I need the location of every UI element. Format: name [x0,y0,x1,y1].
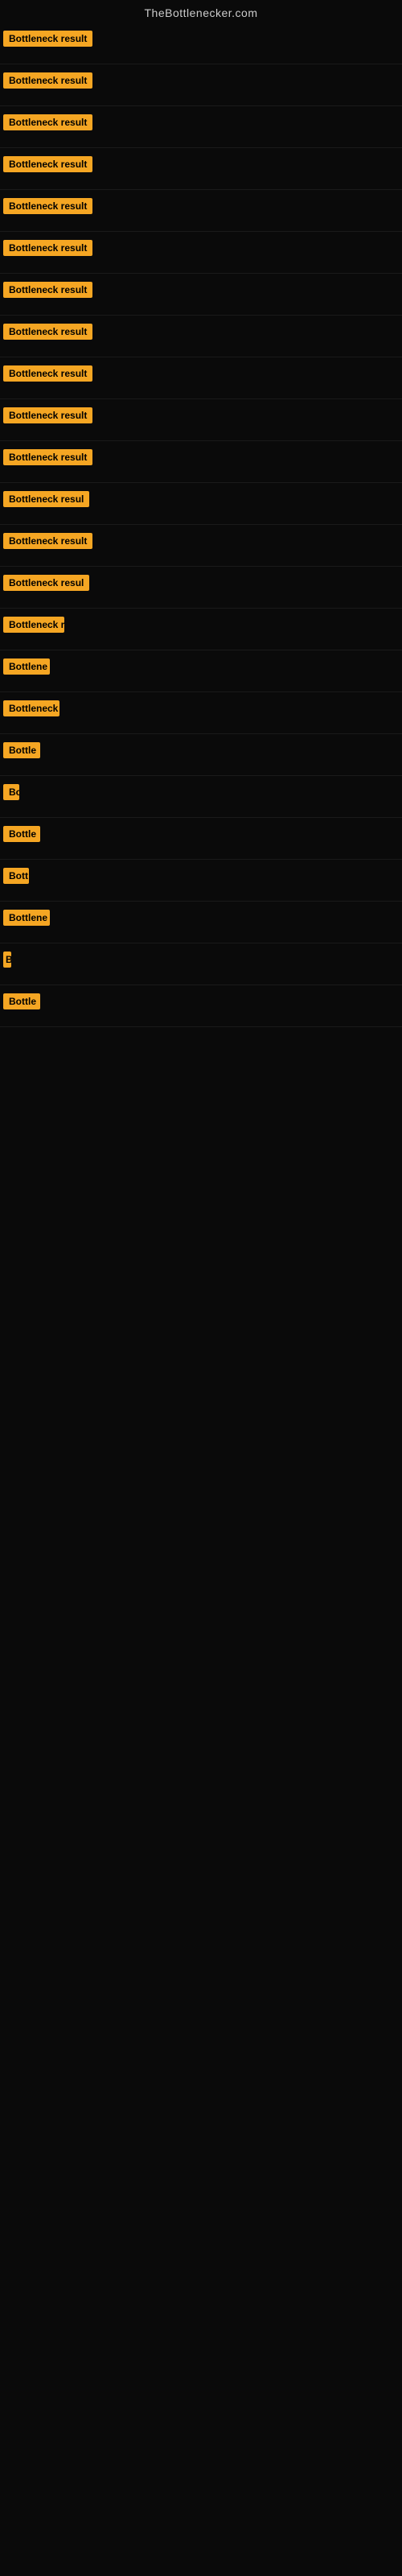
bottleneck-badge-1[interactable]: Bottleneck result [3,31,92,47]
site-title: TheBottlenecker.com [0,0,402,23]
bottleneck-badge-15[interactable]: Bottleneck r [3,617,64,633]
bottleneck-badge-18[interactable]: Bottle [3,742,40,758]
bottleneck-badge-11[interactable]: Bottleneck result [3,449,92,465]
result-row-23: B [0,943,402,985]
result-row-3: Bottleneck result [0,106,402,148]
result-row-12: Bottleneck resul [0,483,402,525]
empty-space [0,1027,402,1913]
bottleneck-badge-20[interactable]: Bottle [3,826,40,842]
bottleneck-badge-22[interactable]: Bottlene [3,910,50,926]
bottleneck-badge-12[interactable]: Bottleneck resul [3,491,89,507]
result-row-8: Bottleneck result [0,316,402,357]
bottleneck-badge-24[interactable]: Bottle [3,993,40,1009]
bottleneck-badge-14[interactable]: Bottleneck resul [3,575,89,591]
bottleneck-badge-4[interactable]: Bottleneck result [3,156,92,172]
result-row-24: Bottle [0,985,402,1027]
bottleneck-badge-7[interactable]: Bottleneck result [3,282,92,298]
result-row-20: Bottle [0,818,402,860]
bottleneck-badge-23[interactable]: B [3,952,11,968]
result-row-18: Bottle [0,734,402,776]
result-row-11: Bottleneck result [0,441,402,483]
result-row-19: Bo [0,776,402,818]
result-row-16: Bottlene [0,650,402,692]
result-row-5: Bottleneck result [0,190,402,232]
bottleneck-badge-21[interactable]: Bott [3,868,29,884]
result-row-21: Bott [0,860,402,902]
result-row-2: Bottleneck result [0,64,402,106]
bottleneck-badge-8[interactable]: Bottleneck result [3,324,92,340]
bottleneck-badge-19[interactable]: Bo [3,784,19,800]
result-row-17: Bottleneck [0,692,402,734]
result-row-10: Bottleneck result [0,399,402,441]
bottleneck-badge-16[interactable]: Bottlene [3,658,50,675]
result-row-7: Bottleneck result [0,274,402,316]
result-row-15: Bottleneck r [0,609,402,650]
bottleneck-badge-17[interactable]: Bottleneck [3,700,59,716]
result-row-1: Bottleneck result [0,23,402,64]
result-row-9: Bottleneck result [0,357,402,399]
result-row-14: Bottleneck resul [0,567,402,609]
bottleneck-badge-5[interactable]: Bottleneck result [3,198,92,214]
page-wrapper: TheBottlenecker.com Bottleneck result Bo… [0,0,402,2576]
bottleneck-badge-10[interactable]: Bottleneck result [3,407,92,423]
bottleneck-badge-6[interactable]: Bottleneck result [3,240,92,256]
bottleneck-badge-3[interactable]: Bottleneck result [3,114,92,130]
bottleneck-badge-2[interactable]: Bottleneck result [3,72,92,89]
result-row-4: Bottleneck result [0,148,402,190]
bottleneck-badge-13[interactable]: Bottleneck result [3,533,92,549]
result-row-22: Bottlene [0,902,402,943]
result-row-6: Bottleneck result [0,232,402,274]
bottleneck-badge-9[interactable]: Bottleneck result [3,365,92,382]
result-row-13: Bottleneck result [0,525,402,567]
